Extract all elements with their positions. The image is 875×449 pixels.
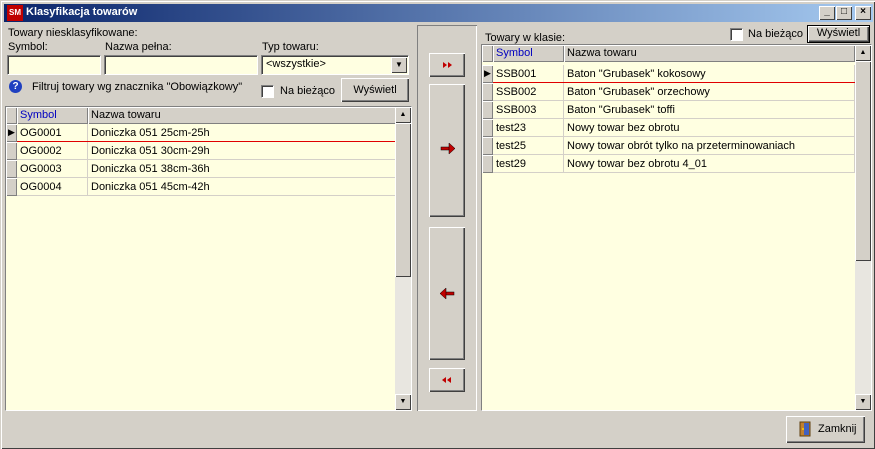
remove-all-button[interactable] <box>429 368 465 392</box>
left-current-label: Na bieżąco <box>280 85 336 97</box>
help-icon[interactable]: ? <box>9 80 22 93</box>
cell-symbol: SSB001 <box>493 65 564 83</box>
cell-symbol: OG0003 <box>17 160 88 178</box>
scroll-down-arrow-icon[interactable]: ▼ <box>855 394 871 410</box>
cell-symbol: OG0001 <box>17 124 88 142</box>
right-arrow-icon <box>440 142 456 155</box>
dropdown-arrow-icon[interactable]: ▼ <box>391 57 407 73</box>
table-row[interactable]: ▶ OG0001 Doniczka 051 25cm-25h <box>6 124 396 142</box>
grid-header: Symbol Nazwa towaru <box>482 45 855 62</box>
cell-name: Doniczka 051 30cm-29h <box>88 142 396 160</box>
cell-name: Nowy towar obrót tylko na przeterminowan… <box>564 137 855 155</box>
right-current-checkbox[interactable] <box>730 28 743 41</box>
table-row[interactable]: OG0002 Doniczka 051 30cm-29h <box>6 142 396 160</box>
row-indicator <box>6 178 17 196</box>
transfer-buttons-panel <box>417 25 477 411</box>
unclassified-grid: Symbol Nazwa towaru ▶ OG0001 Doniczka 05… <box>5 106 412 411</box>
table-row[interactable]: SSB003 Baton "Grubasek" toffi <box>482 101 855 119</box>
type-select[interactable]: <wszystkie> ▼ <box>261 55 409 75</box>
right-panel: Towary w klasie: Na bieżąco Wyświetl Sym… <box>481 25 873 411</box>
left-show-button[interactable]: Wyświetl <box>341 78 409 102</box>
type-select-value: <wszystkie> <box>266 58 326 70</box>
classified-title: Towary w klasie: <box>485 32 566 44</box>
cell-name: Doniczka 051 45cm-42h <box>88 178 396 196</box>
column-header-symbol[interactable]: Symbol <box>17 107 88 124</box>
minimize-button[interactable]: _ <box>819 6 835 20</box>
row-indicator <box>482 101 493 119</box>
cell-symbol: test23 <box>493 119 564 137</box>
cell-name: Doniczka 051 38cm-36h <box>88 160 396 178</box>
table-row[interactable]: OG0004 Doniczka 051 45cm-42h <box>6 178 396 196</box>
footer-bar: Zamknij <box>4 412 873 447</box>
table-row[interactable]: OG0003 Doniczka 051 38cm-36h <box>6 160 396 178</box>
scroll-up-arrow-icon[interactable]: ▲ <box>855 45 871 61</box>
double-left-arrow-icon <box>442 377 451 383</box>
left-current-checkbox[interactable] <box>261 85 274 98</box>
row-indicator <box>482 137 493 155</box>
table-row[interactable]: test29 Nowy towar bez obrotu 4_01 <box>482 155 855 173</box>
scroll-down-arrow-icon[interactable]: ▼ <box>395 394 411 410</box>
left-vertical-scrollbar[interactable]: ▲ ▼ <box>395 107 411 410</box>
right-current-label: Na bieżąco <box>748 28 804 40</box>
cell-symbol: SSB002 <box>493 83 564 101</box>
table-row[interactable]: ▶ SSB001 Baton "Grubasek" kokosowy <box>482 65 855 83</box>
close-window-button[interactable]: × <box>855 6 871 20</box>
close-button-label: Zamknij <box>818 423 857 435</box>
grid-header: Symbol Nazwa towaru <box>6 107 396 124</box>
row-indicator <box>482 119 493 137</box>
cell-symbol: OG0002 <box>17 142 88 160</box>
row-indicator <box>482 155 493 173</box>
table-row[interactable]: SSB002 Baton "Grubasek" orzechowy <box>482 83 855 101</box>
name-label: Nazwa pełna: <box>105 41 172 53</box>
cell-name: Nowy towar bez obrotu <box>564 119 855 137</box>
add-all-button[interactable] <box>429 53 465 77</box>
right-vertical-scrollbar[interactable]: ▲ ▼ <box>855 45 871 410</box>
close-button[interactable]: Zamknij <box>786 416 865 443</box>
window-title: Klasyfikacja towarów <box>26 6 138 18</box>
cell-symbol: OG0004 <box>17 178 88 196</box>
cell-name: Baton "Grubasek" orzechowy <box>564 83 855 101</box>
right-show-button[interactable]: Wyświetl <box>807 25 870 43</box>
cell-name: Doniczka 051 25cm-25h <box>88 124 396 142</box>
column-header-name[interactable]: Nazwa towaru <box>88 107 396 124</box>
remove-selected-button[interactable] <box>429 227 465 360</box>
title-bar[interactable]: SM Klasyfikacja towarów _ □ × <box>4 4 873 22</box>
current-row-indicator: ▶ <box>482 65 493 83</box>
column-header-name[interactable]: Nazwa towaru <box>564 45 855 62</box>
symbol-label: Symbol: <box>8 41 48 53</box>
app-icon: SM <box>7 5 23 21</box>
row-indicator <box>6 160 17 178</box>
scroll-up-arrow-icon[interactable]: ▲ <box>395 107 411 123</box>
row-indicator <box>6 142 17 160</box>
cell-name: Baton "Grubasek" toffi <box>564 101 855 119</box>
row-indicator-header <box>6 107 17 124</box>
main-window: SM Klasyfikacja towarów _ □ × Towary nie… <box>0 0 875 449</box>
cell-name: Baton "Grubasek" kokosowy <box>564 65 855 83</box>
type-label: Typ towaru: <box>262 41 319 53</box>
cell-name: Nowy towar bez obrotu 4_01 <box>564 155 855 173</box>
table-row[interactable]: test25 Nowy towar obrót tylko na przeter… <box>482 137 855 155</box>
column-header-symbol[interactable]: Symbol <box>493 45 564 62</box>
door-exit-icon <box>799 421 811 437</box>
scroll-thumb[interactable] <box>395 123 411 277</box>
scroll-thumb[interactable] <box>855 61 871 261</box>
maximize-button[interactable]: □ <box>836 6 852 20</box>
double-right-arrow-icon <box>443 62 452 68</box>
row-indicator <box>482 83 493 101</box>
row-indicator-header <box>482 45 493 62</box>
unclassified-title: Towary niesklasyfikowane: <box>8 27 138 39</box>
name-input[interactable] <box>104 55 258 75</box>
filter-mandatory-link[interactable]: Filtruj towary wg znacznika "Obowiązkowy… <box>32 81 242 93</box>
left-panel: Towary niesklasyfikowane: Symbol: Nazwa … <box>4 25 414 411</box>
symbol-input[interactable] <box>7 55 101 75</box>
cell-symbol: test29 <box>493 155 564 173</box>
current-row-indicator: ▶ <box>6 124 17 142</box>
classified-grid: Symbol Nazwa towaru ▶ SSB001 Baton "Grub… <box>481 44 872 411</box>
left-arrow-icon <box>439 287 455 300</box>
cell-symbol: SSB003 <box>493 101 564 119</box>
cell-symbol: test25 <box>493 137 564 155</box>
add-selected-button[interactable] <box>429 84 465 217</box>
table-row[interactable]: test23 Nowy towar bez obrotu <box>482 119 855 137</box>
